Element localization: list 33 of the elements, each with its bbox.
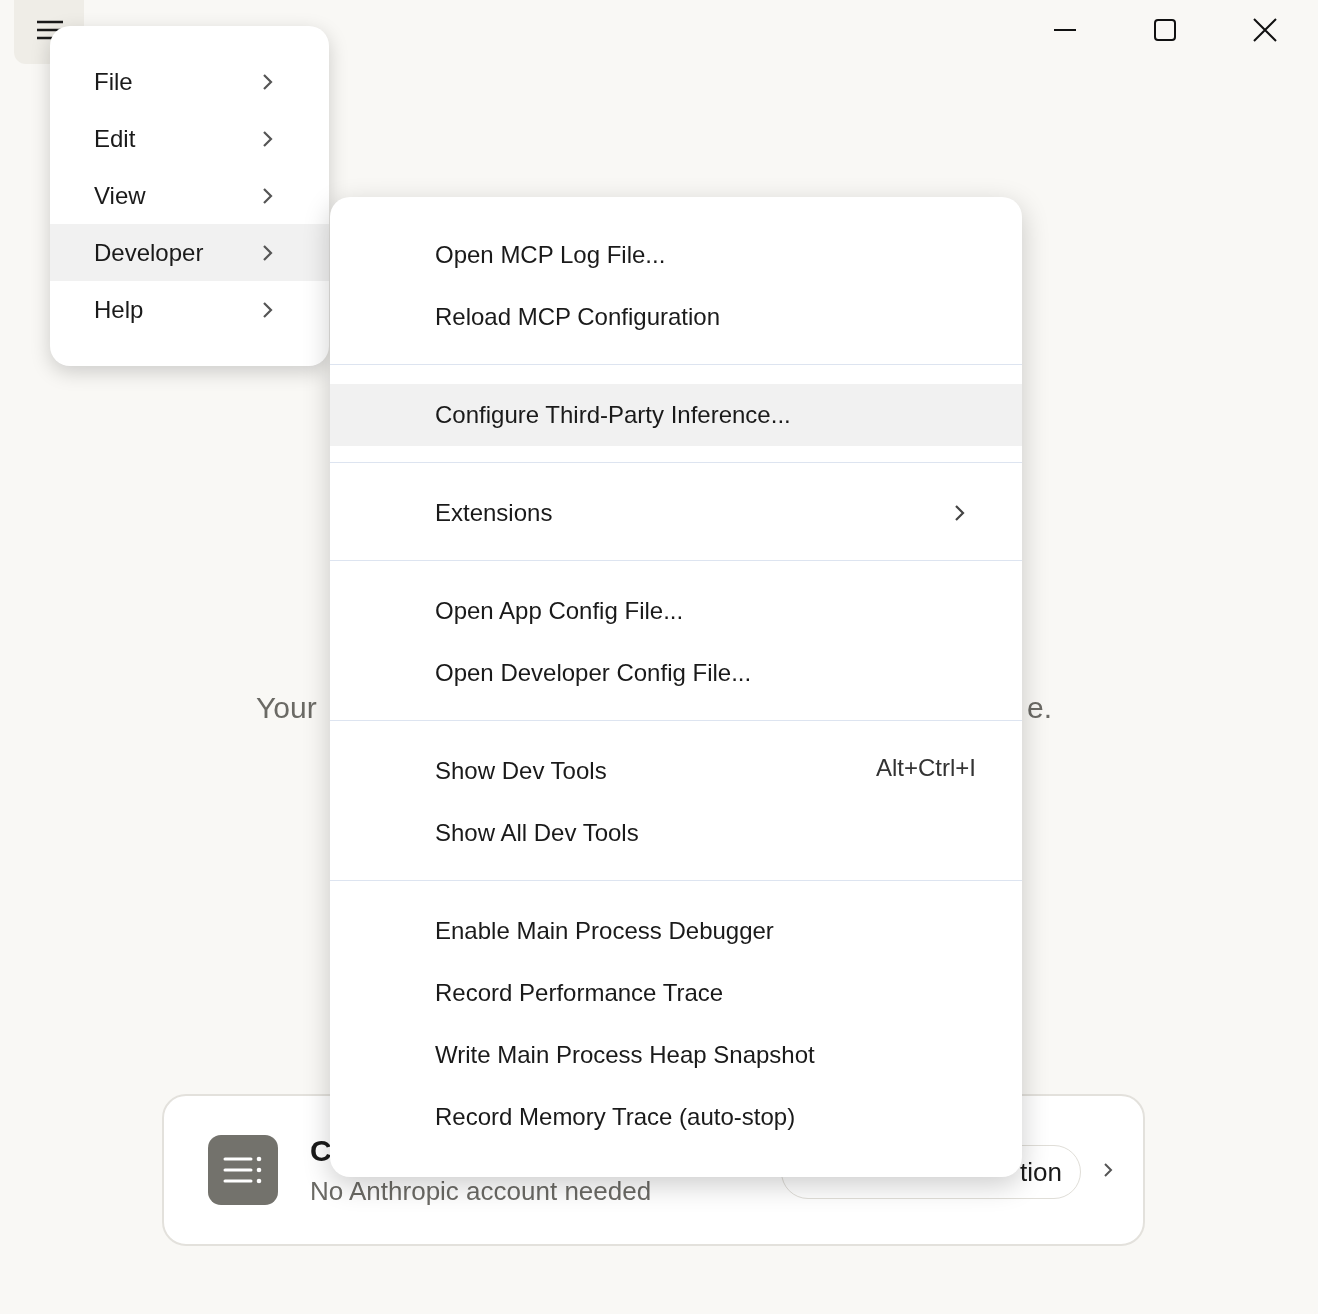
chevron-icon [262, 300, 274, 319]
menu-item[interactable]: Enable Main Process Debugger [330, 900, 1022, 962]
menu-item[interactable]: Show All Dev Tools [330, 802, 1022, 864]
menu-item[interactable]: View [50, 167, 329, 224]
menu-item[interactable]: Extensions [330, 482, 1022, 544]
menu-item[interactable]: Record Memory Trace (auto-stop) [330, 1086, 1022, 1148]
chevron-icon [262, 72, 274, 91]
chevron-icon [1103, 1162, 1113, 1178]
menu-item[interactable]: Developer [50, 224, 329, 281]
menu-item[interactable]: Open MCP Log File... [330, 224, 1022, 286]
menu-item[interactable]: Help [50, 281, 329, 338]
minimize-icon [1053, 29, 1077, 31]
menu-item[interactable]: Edit [50, 110, 329, 167]
close-icon [1253, 18, 1277, 42]
menu-item[interactable]: Configure Third-Party Inference... [330, 384, 1022, 446]
menu-item[interactable]: Write Main Process Heap Snapshot [330, 1024, 1022, 1086]
menu-item[interactable]: Open Developer Config File... [330, 642, 1022, 704]
menu-item[interactable]: File [50, 53, 329, 110]
chevron-icon [262, 186, 274, 205]
shortcut-text: Alt+Ctrl+I [875, 754, 976, 782]
menu-item[interactable]: Open App Config File... [330, 580, 1022, 642]
menu-item[interactable]: Record Performance Trace [330, 962, 1022, 1024]
card-title: C [310, 1133, 332, 1168]
chevron-icon [954, 504, 966, 522]
card-subtitle: No Anthropic account needed [310, 1175, 652, 1207]
maximize-icon [1153, 18, 1177, 42]
message-text: Your [256, 690, 317, 726]
message-text: e. [1026, 690, 1052, 726]
chevron-icon [262, 129, 274, 148]
chevron-icon [262, 243, 274, 262]
list-icon [208, 1135, 278, 1205]
menu-item[interactable]: Show Dev Tools Alt+Ctrl+I [330, 740, 1022, 802]
menu-item[interactable]: Reload MCP Configuration [330, 286, 1022, 348]
